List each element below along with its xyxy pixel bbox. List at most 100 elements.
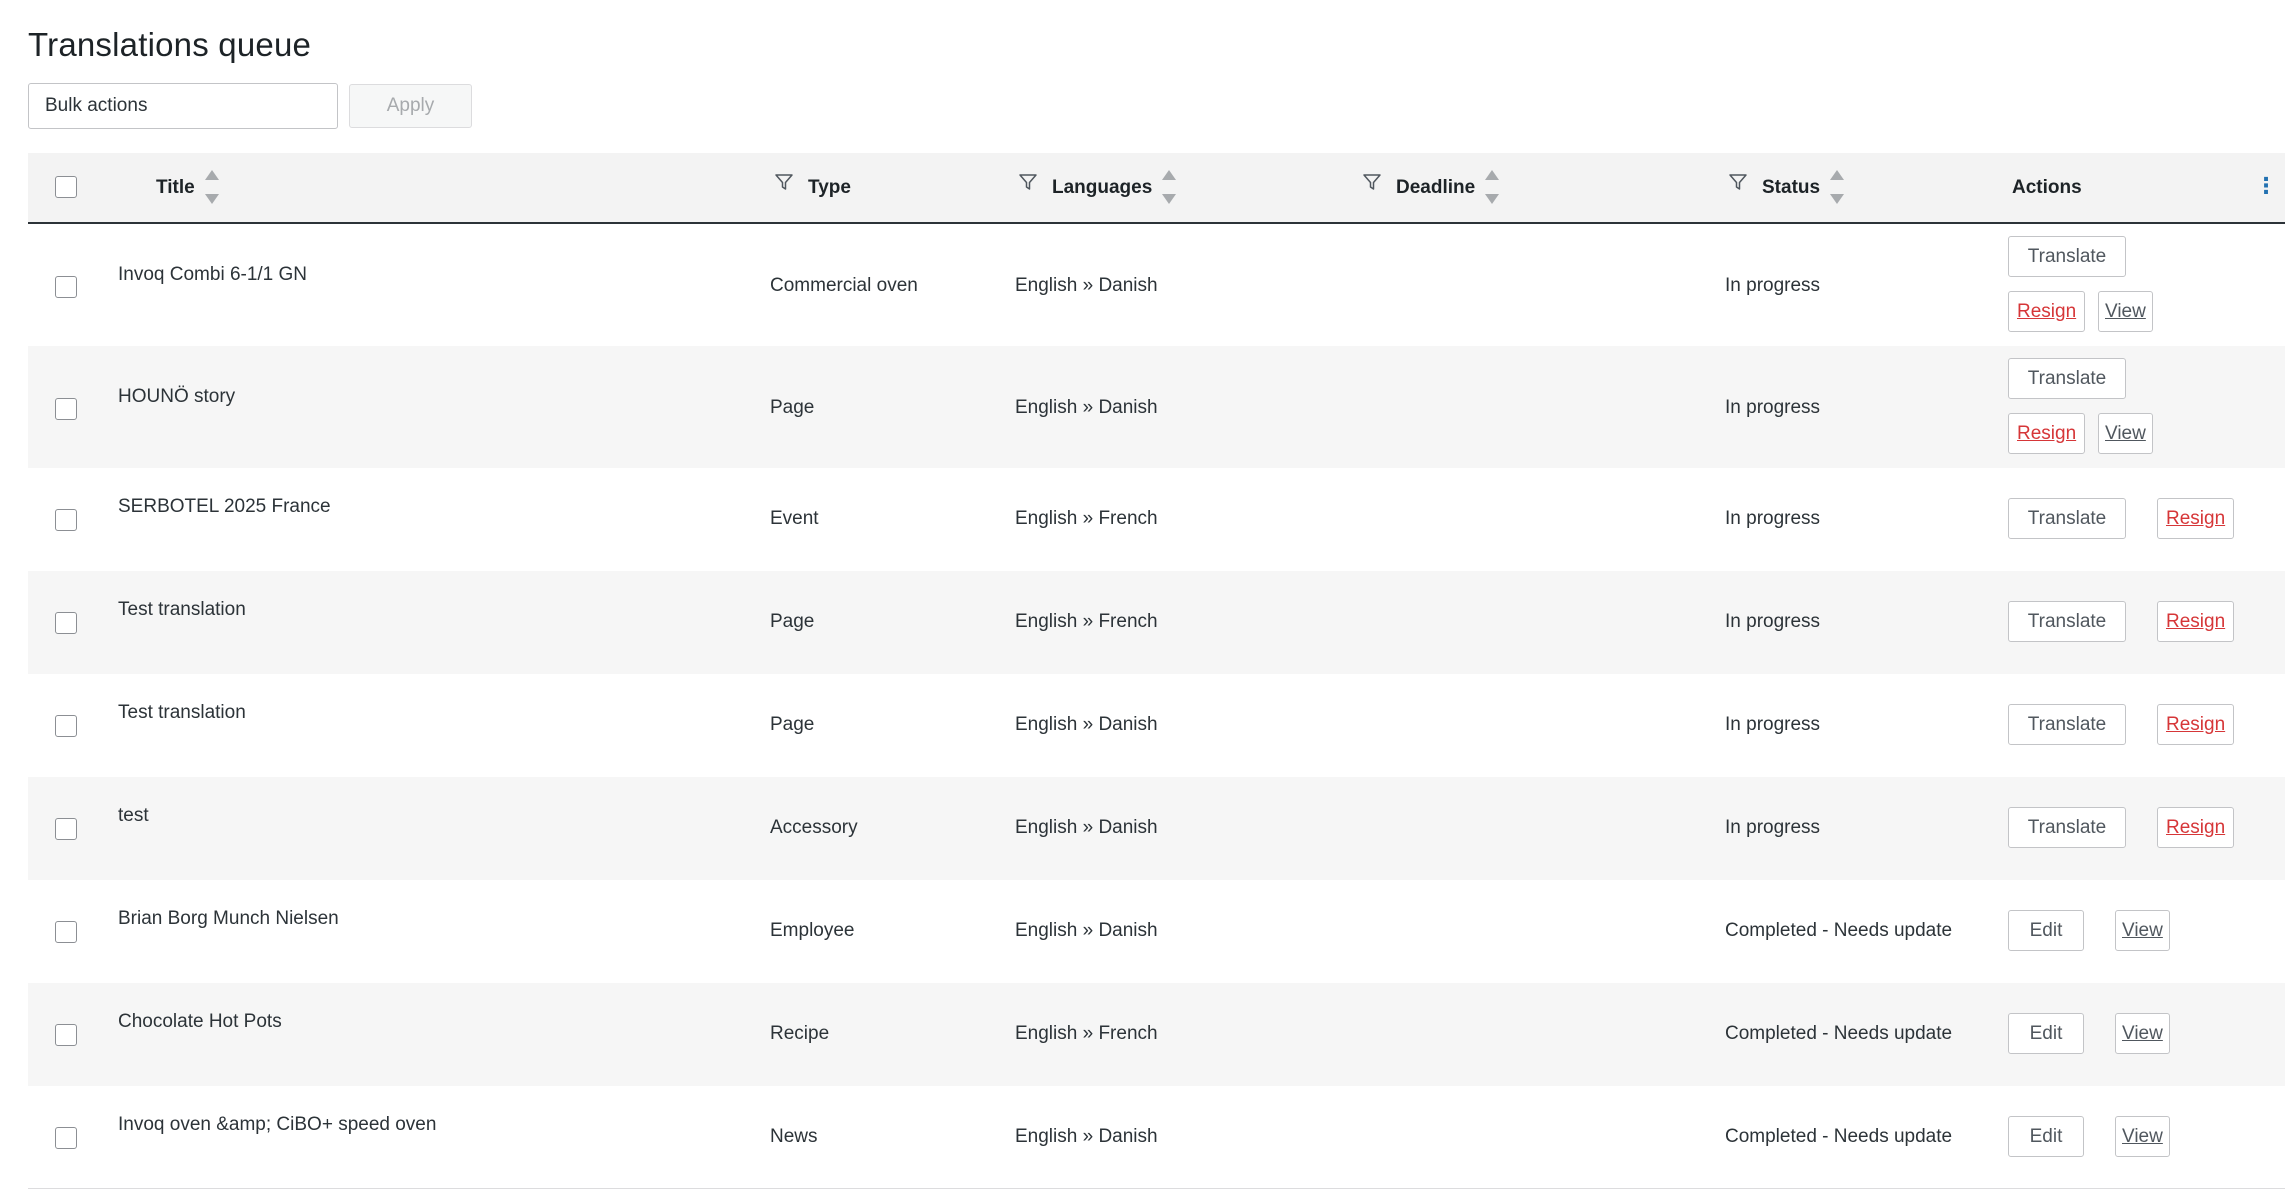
resign-button[interactable]: Resign bbox=[2008, 291, 2086, 332]
row-title[interactable]: Test translation bbox=[118, 702, 246, 724]
row-languages: English » French bbox=[1015, 508, 1158, 529]
row-title[interactable]: Chocolate Hot Pots bbox=[118, 1011, 282, 1033]
row-checkbox[interactable] bbox=[55, 612, 77, 634]
view-button[interactable]: View bbox=[2098, 291, 2153, 332]
resign-button[interactable]: Resign bbox=[2157, 498, 2235, 539]
translate-button[interactable]: Translate bbox=[2008, 807, 2126, 848]
table-row: SERBOTEL 2025 France Event English » Fre… bbox=[28, 468, 2285, 571]
resign-button[interactable]: Resign bbox=[2157, 704, 2235, 745]
table-row: Chocolate Hot Pots Recipe English » Fren… bbox=[28, 983, 2285, 1086]
view-button[interactable]: View bbox=[2115, 1116, 2170, 1157]
edit-button[interactable]: Edit bbox=[2008, 910, 2084, 951]
row-checkbox[interactable] bbox=[55, 1024, 77, 1046]
view-button[interactable]: View bbox=[2115, 1013, 2170, 1054]
column-languages-label: Languages bbox=[1052, 176, 1153, 198]
row-type: Event bbox=[770, 508, 819, 529]
row-status: In progress bbox=[1725, 275, 1821, 296]
row-languages: English » French bbox=[1015, 611, 1158, 632]
column-deadline[interactable]: Deadline bbox=[1362, 153, 1500, 222]
column-deadline-label: Deadline bbox=[1396, 176, 1476, 198]
kebab-menu-icon[interactable]: ⋮ bbox=[2255, 175, 2277, 197]
row-checkbox[interactable] bbox=[55, 818, 77, 840]
table-row: Invoq Combi 6-1/1 GN Commercial oven Eng… bbox=[28, 224, 2285, 346]
column-status-label: Status bbox=[1762, 176, 1821, 198]
sort-arrows-icon[interactable] bbox=[204, 169, 219, 204]
resign-button[interactable]: Resign bbox=[2008, 413, 2086, 454]
table-header: Title Type Languages Deadline Status Act… bbox=[28, 153, 2285, 224]
column-title-label: Title bbox=[156, 176, 195, 198]
row-status: Completed - Needs update bbox=[1725, 1126, 1953, 1147]
row-type: Recipe bbox=[770, 1023, 830, 1044]
row-title[interactable]: HOUNÖ story bbox=[118, 386, 235, 408]
table-row: Invoq oven &amp; CiBO+ speed oven News E… bbox=[28, 1086, 2285, 1189]
row-status: Completed - Needs update bbox=[1725, 1023, 1953, 1044]
sort-arrows-icon[interactable] bbox=[1162, 169, 1177, 204]
row-title[interactable]: Brian Borg Munch Nielsen bbox=[118, 908, 339, 930]
table-row: Test translation Page English » Danish I… bbox=[28, 674, 2285, 777]
filter-icon[interactable] bbox=[1018, 172, 1038, 192]
row-status: Completed - Needs update bbox=[1725, 920, 1953, 941]
row-title[interactable]: Invoq Combi 6-1/1 GN bbox=[118, 264, 307, 286]
translate-button[interactable]: Translate bbox=[2008, 601, 2126, 642]
bulk-actions-select[interactable]: Bulk actions bbox=[28, 83, 338, 129]
row-languages: English » Danish bbox=[1015, 1126, 1158, 1147]
filter-icon[interactable] bbox=[1362, 172, 1382, 192]
row-checkbox[interactable] bbox=[55, 715, 77, 737]
row-status: In progress bbox=[1725, 611, 1821, 632]
column-languages[interactable]: Languages bbox=[1018, 153, 1177, 222]
row-title[interactable]: SERBOTEL 2025 France bbox=[118, 496, 331, 518]
column-actions: Actions bbox=[2012, 153, 2082, 222]
row-type: Employee bbox=[770, 920, 855, 941]
translate-button[interactable]: Translate bbox=[2008, 236, 2126, 277]
row-checkbox[interactable] bbox=[55, 921, 77, 943]
row-type: Page bbox=[770, 611, 815, 632]
row-languages: English » Danish bbox=[1015, 397, 1158, 418]
row-type: Accessory bbox=[770, 817, 858, 838]
row-checkbox[interactable] bbox=[55, 398, 77, 420]
table-row: Test translation Page English » French I… bbox=[28, 571, 2285, 674]
view-button[interactable]: View bbox=[2098, 413, 2153, 454]
row-type: Page bbox=[770, 397, 815, 418]
row-checkbox[interactable] bbox=[55, 509, 77, 531]
table-row: HOUNÖ story Page English » Danish In pro… bbox=[28, 346, 2285, 468]
filter-icon[interactable] bbox=[774, 172, 794, 192]
translations-queue-page: Translations queue Bulk actions Apply Ti… bbox=[0, 0, 2285, 1191]
column-actions-label: Actions bbox=[2012, 176, 2082, 198]
edit-button[interactable]: Edit bbox=[2008, 1013, 2084, 1054]
translate-button[interactable]: Translate bbox=[2008, 358, 2126, 399]
row-languages: English » French bbox=[1015, 1023, 1158, 1044]
row-status: In progress bbox=[1725, 817, 1821, 838]
row-checkbox[interactable] bbox=[55, 1127, 77, 1149]
translate-button[interactable]: Translate bbox=[2008, 498, 2126, 539]
sort-arrows-icon[interactable] bbox=[1830, 169, 1845, 204]
table-row: Brian Borg Munch Nielsen Employee Englis… bbox=[28, 880, 2285, 983]
row-status: In progress bbox=[1725, 714, 1821, 735]
translate-button[interactable]: Translate bbox=[2008, 704, 2126, 745]
row-title[interactable]: Invoq oven &amp; CiBO+ speed oven bbox=[118, 1114, 436, 1136]
table-row: test Accessory English » Danish In progr… bbox=[28, 777, 2285, 880]
apply-button[interactable]: Apply bbox=[349, 84, 472, 128]
filter-icon[interactable] bbox=[1728, 172, 1748, 192]
row-status: In progress bbox=[1725, 508, 1821, 529]
view-button[interactable]: View bbox=[2115, 910, 2170, 951]
row-languages: English » Danish bbox=[1015, 920, 1158, 941]
resign-button[interactable]: Resign bbox=[2157, 601, 2235, 642]
row-type: Commercial oven bbox=[770, 275, 918, 296]
row-languages: English » Danish bbox=[1015, 275, 1158, 296]
column-status[interactable]: Status bbox=[1728, 153, 1845, 222]
column-title[interactable]: Title bbox=[156, 153, 219, 222]
column-type-label: Type bbox=[808, 176, 851, 198]
row-status: In progress bbox=[1725, 397, 1821, 418]
translations-table: Title Type Languages Deadline Status Act… bbox=[28, 153, 2285, 1189]
row-title[interactable]: Test translation bbox=[118, 599, 246, 621]
row-type: Page bbox=[770, 714, 815, 735]
row-languages: English » Danish bbox=[1015, 714, 1158, 735]
page-title: Translations queue bbox=[28, 26, 312, 63]
edit-button[interactable]: Edit bbox=[2008, 1116, 2084, 1157]
row-checkbox[interactable] bbox=[55, 276, 77, 298]
resign-button[interactable]: Resign bbox=[2157, 807, 2235, 848]
row-title[interactable]: test bbox=[118, 805, 149, 827]
column-type[interactable]: Type bbox=[774, 153, 851, 222]
sort-arrows-icon[interactable] bbox=[1485, 169, 1500, 204]
select-all-checkbox[interactable] bbox=[55, 176, 77, 198]
